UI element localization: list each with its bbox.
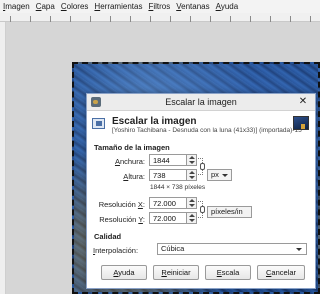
image-thumbnail — [293, 116, 309, 130]
res-x-spinner[interactable] — [187, 197, 197, 209]
chain-icon[interactable] — [200, 206, 205, 213]
menu-herramientas[interactable]: Herramientas — [94, 0, 142, 13]
reset-button[interactable]: Reiniciar — [153, 265, 199, 280]
horizontal-ruler — [0, 13, 320, 22]
reset-button-label: einiciar — [166, 268, 191, 277]
menu-filtros[interactable]: Filtros — [148, 0, 170, 13]
interpolation-label-text: nterpolación: — [95, 246, 139, 255]
size-pixels-note: 1844 × 738 píxeles — [150, 184, 206, 191]
res-y-label-prefix: Resolución — [99, 215, 139, 224]
height-input[interactable] — [149, 169, 187, 181]
cancel-button[interactable]: Cancelar — [257, 265, 305, 280]
res-y-label-suffix: : — [142, 215, 145, 224]
menu-herramientas-label: erramientas — [100, 2, 143, 11]
res-x-label: Resolución X: — [93, 200, 145, 209]
chain-icon[interactable] — [200, 163, 205, 170]
chevron-down-icon — [296, 248, 302, 251]
dialog-title: Escalar la imagen — [165, 97, 237, 107]
width-label-text: nchura: — [119, 157, 145, 166]
interpolation-select[interactable]: Cúbica — [157, 243, 307, 255]
dialog-header: Escalar la imagen [Yoshiro Tachibana - D… — [87, 112, 315, 134]
res-x-label-prefix: Resolución — [98, 200, 138, 209]
menu-ayuda-label: yuda — [220, 2, 239, 11]
res-unit-select[interactable]: píxeles/in — [207, 206, 252, 218]
interpolation-select-value: Cúbica — [161, 244, 185, 253]
menu-imagen[interactable]: Imagen — [3, 0, 30, 13]
res-unit-select-value: píxeles/in — [211, 207, 243, 216]
cancel-button-label: ancelar — [271, 268, 297, 277]
menu-ayuda[interactable]: Ayuda — [216, 0, 239, 13]
scale-button-label: scala — [221, 268, 240, 277]
unit-select-value: px — [211, 170, 219, 179]
size-section-title: Tamaño de la imagen — [94, 143, 170, 152]
header-title: Escalar la imagen — [112, 116, 197, 127]
width-label: Anchura: — [93, 157, 145, 166]
help-button-label: yuda — [118, 268, 135, 277]
width-spinner[interactable] — [187, 154, 197, 166]
height-spinner[interactable] — [187, 169, 197, 181]
height-label: Altura: — [93, 172, 145, 181]
menu-capa-label: apa — [41, 2, 55, 11]
dialog-titlebar[interactable]: Escalar la imagen ✕ — [87, 94, 315, 111]
menu-colores[interactable]: Colores — [61, 0, 89, 13]
close-icon[interactable]: ✕ — [297, 96, 309, 108]
res-y-input[interactable] — [149, 212, 187, 224]
scale-image-dialog: Escalar la imagen ✕ Escalar la imagen [Y… — [86, 93, 316, 289]
height-label-text: ltura: — [128, 172, 145, 181]
menu-ventanas[interactable]: Ventanas — [176, 0, 209, 13]
menubar: Imagen Capa Colores Herramientas Filtros… — [0, 0, 320, 13]
chevron-down-icon — [222, 174, 228, 177]
res-y-spinner[interactable] — [187, 212, 197, 224]
width-input[interactable] — [149, 154, 187, 166]
res-y-label: Resolución Y: — [93, 215, 145, 224]
interpolation-label: Interpolación: — [93, 246, 138, 255]
scale-button[interactable]: Escala — [205, 265, 251, 280]
menu-capa[interactable]: Capa — [36, 0, 55, 13]
unit-select[interactable]: px — [207, 169, 232, 181]
menu-colores-label: olores — [66, 2, 89, 11]
menu-imagen-label: magen — [5, 2, 30, 11]
scale-icon — [92, 118, 105, 129]
quality-section-title: Calidad — [94, 232, 122, 241]
res-x-label-suffix: : — [142, 200, 145, 209]
menu-filtros-label: iltros — [153, 2, 171, 11]
help-button[interactable]: Ayuda — [101, 265, 147, 280]
res-x-input[interactable] — [149, 197, 187, 209]
header-subtitle: [Yoshiro Tachibana - Desnuda con la luna… — [112, 127, 302, 134]
menu-ventanas-label: entanas — [181, 2, 210, 11]
